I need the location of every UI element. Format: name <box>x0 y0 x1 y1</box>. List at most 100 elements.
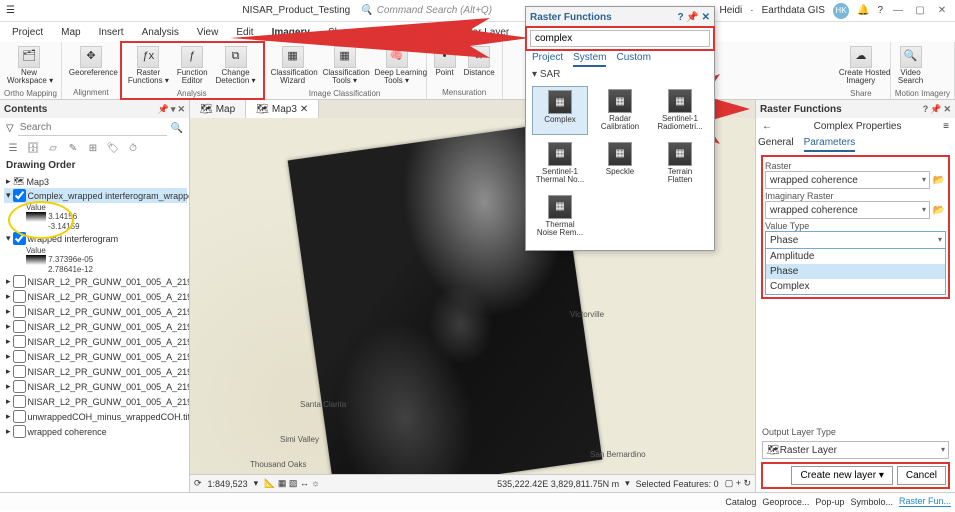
search-icon[interactable]: 🔍 <box>171 123 183 134</box>
rf-item[interactable]: ▦ThermalNoise Rem... <box>532 192 588 241</box>
help-icon[interactable]: ? <box>923 104 929 115</box>
layer-nisar[interactable]: ▸ NISAR_L2_PR_GUNW_001_005_A_219_220... <box>4 334 187 349</box>
back-icon[interactable]: ← <box>762 121 772 132</box>
tab-heidi[interactable]: Heidi <box>403 25 442 40</box>
browse-icon[interactable]: 📂 <box>932 173 946 187</box>
value-type-options: Amplitude Phase Complex <box>765 249 946 295</box>
contents-search-input[interactable] <box>18 120 167 136</box>
rf-tab-custom[interactable]: Custom <box>616 50 650 67</box>
tab-parameters[interactable]: Parameters <box>804 135 856 152</box>
browse-icon[interactable]: 📂 <box>932 203 946 217</box>
georeference-button[interactable]: ✥Georeference <box>66 44 116 79</box>
layer-nisar[interactable]: ▸ NISAR_L2_PR_GUNW_001_005_A_219_220... <box>4 394 187 409</box>
help-icon[interactable]: ? <box>677 12 683 23</box>
status-rasterfun[interactable]: Raster Fun... <box>899 496 951 507</box>
raster-functions-button[interactable]: ƒxRaster Functions ▾ <box>125 44 172 88</box>
close-icon[interactable]: ✕ <box>300 104 308 115</box>
avatar[interactable]: HK <box>833 3 849 19</box>
scale-select[interactable]: 1:849,523 <box>208 479 248 489</box>
classification-tools-button[interactable]: ▦Classification Tools ▾ <box>320 44 370 88</box>
layer-nisar[interactable]: ▸ NISAR_L2_PR_GUNW_001_005_A_219_220... <box>4 289 187 304</box>
tab-project[interactable]: Project <box>4 25 51 40</box>
minimize-button[interactable]: — <box>891 4 905 18</box>
filter-icon[interactable]: ▽ <box>6 123 14 134</box>
list-by-editing-icon[interactable]: ✎ <box>66 141 80 155</box>
layer-nisar[interactable]: ▸ NISAR_L2_PR_GUNW_001_005_A_219_220... <box>4 364 187 379</box>
rf-item[interactable]: ▦RadarCalibration <box>592 86 648 135</box>
layer-nisar[interactable]: ▸ NISAR_L2_PR_GUNW_001_005_A_219_220... <box>4 349 187 364</box>
imag-raster-select[interactable]: wrapped coherence▾ <box>765 201 930 219</box>
tab-general[interactable]: General <box>758 135 794 152</box>
rf-tab-system[interactable]: System <box>573 50 606 67</box>
status-symbol[interactable]: Symbolo... <box>850 497 893 507</box>
value-type-select[interactable]: Phase▾ <box>765 231 946 249</box>
rf-item[interactable]: ▦Speckle <box>592 139 648 188</box>
maptab-map[interactable]: 🗺 Map <box>190 100 246 118</box>
option-amplitude[interactable]: Amplitude <box>766 249 945 264</box>
refresh-icon[interactable]: ⟳ <box>194 478 202 489</box>
rf-item[interactable]: ▦Sentinel-1Radiometri... <box>652 86 708 135</box>
layer-extra[interactable]: ▸ wrapped coherence <box>4 424 187 439</box>
tab-view[interactable]: View <box>189 25 227 40</box>
app-menu-icon[interactable]: ☰ <box>6 5 15 16</box>
list-by-source-icon[interactable]: 🗄 <box>26 141 40 155</box>
menu-icon[interactable]: ≡ <box>943 121 949 132</box>
status-geoproc[interactable]: Geoproce... <box>762 497 809 507</box>
list-by-snap-icon[interactable]: ⊞ <box>86 141 100 155</box>
deep-learning-button[interactable]: 🧠Deep Learning Tools ▾ <box>372 44 422 88</box>
command-search[interactable]: 🔍 Command Search (Alt+Q) <box>360 5 492 16</box>
tab-analysis[interactable]: Analysis <box>134 25 187 40</box>
layer-extra[interactable]: ▸ unwrappedCOH_minus_wrappedCOH.tif <box>4 409 187 424</box>
options-icon[interactable]: ▾ <box>171 104 176 115</box>
maptab-map3[interactable]: 🗺 Map3 ✕ <box>246 100 319 118</box>
new-workspace-button[interactable]: 🗂New Workspace ▾ <box>4 44 54 88</box>
help-icon[interactable]: ? <box>877 5 883 16</box>
close-button[interactable]: ✕ <box>935 4 949 18</box>
distance-button[interactable]: ↔Distance <box>461 44 498 79</box>
close-icon[interactable]: ✕ <box>702 12 710 23</box>
maximize-button[interactable]: ▢ <box>913 4 927 18</box>
point-button[interactable]: •Point <box>431 44 459 79</box>
function-editor-button[interactable]: ƒFunction Editor <box>174 44 211 88</box>
map-node[interactable]: ▸ 🗺 Map3 <box>4 175 187 188</box>
list-by-time-icon[interactable]: ⏱ <box>126 141 140 155</box>
tab-imagery[interactable]: Imagery <box>264 25 318 40</box>
cancel-button[interactable]: Cancel <box>897 466 946 485</box>
layer-nisar[interactable]: ▸ NISAR_L2_PR_GUNW_001_005_A_219_220... <box>4 304 187 319</box>
close-icon[interactable]: ✕ <box>177 104 185 115</box>
layer-nisar[interactable]: ▸ NISAR_L2_PR_GUNW_001_005_A_219_220... <box>4 274 187 289</box>
create-layer-button[interactable]: Create new layer ▾ <box>791 466 892 485</box>
tab-edit[interactable]: Edit <box>228 25 261 40</box>
video-search-button[interactable]: 🔍Video Search <box>895 44 926 88</box>
rf-tab-project[interactable]: Project <box>532 50 563 67</box>
tab-help[interactable]: Help <box>365 25 402 40</box>
tab-rasterlayer[interactable]: Raster Layer <box>444 25 517 40</box>
rf-search-input[interactable] <box>530 30 710 47</box>
close-icon[interactable]: ✕ <box>943 104 951 115</box>
contents-toolbar: ☰ 🗄 ▱ ✎ ⊞ 🏷 ⏱ <box>0 138 189 158</box>
status-catalog[interactable]: Catalog <box>725 497 756 507</box>
rf-item[interactable]: ▦Complex <box>532 86 588 135</box>
rf-item[interactable]: ▦Sentinel-1Thermal No... <box>532 139 588 188</box>
tab-insert[interactable]: Insert <box>91 25 132 40</box>
pin-icon[interactable]: 📌 <box>158 104 169 115</box>
list-by-label-icon[interactable]: 🏷 <box>106 141 120 155</box>
output-layer-select[interactable]: 🗺 Raster Layer▾ <box>762 441 949 459</box>
classification-wizard-button[interactable]: ▦Classification Wizard <box>268 44 318 88</box>
tab-share[interactable]: Share <box>320 25 363 40</box>
create-hosted-imagery-button[interactable]: ☁Create Hosted Imagery <box>836 44 886 88</box>
notifications-icon[interactable]: 🔔 <box>857 5 869 16</box>
pin-icon[interactable]: 📌 <box>686 12 698 23</box>
change-detection-button[interactable]: ⧉Change Detection ▾ <box>213 44 259 88</box>
pin-icon[interactable]: 📌 <box>930 104 941 115</box>
list-by-selection-icon[interactable]: ▱ <box>46 141 60 155</box>
layer-nisar[interactable]: ▸ NISAR_L2_PR_GUNW_001_005_A_219_220... <box>4 319 187 334</box>
tab-map[interactable]: Map <box>53 25 88 40</box>
option-complex[interactable]: Complex <box>766 279 945 294</box>
raster-select[interactable]: wrapped coherence▾ <box>765 171 930 189</box>
layer-nisar[interactable]: ▸ NISAR_L2_PR_GUNW_001_005_A_219_220... <box>4 379 187 394</box>
status-popup[interactable]: Pop-up <box>815 497 844 507</box>
list-by-drawing-icon[interactable]: ☰ <box>6 141 20 155</box>
option-phase[interactable]: Phase <box>766 264 945 279</box>
rf-item[interactable]: ▦TerrainFlatten <box>652 139 708 188</box>
